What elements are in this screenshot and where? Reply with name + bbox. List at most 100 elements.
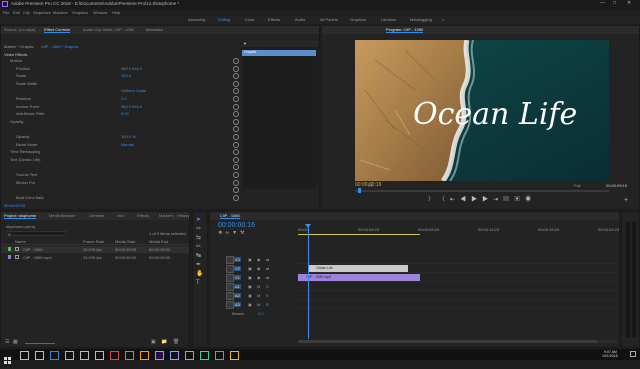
audition-icon[interactable] xyxy=(200,351,209,360)
reset-icon[interactable] xyxy=(233,80,239,87)
tab-program[interactable]: Program: CliP - 1080 xyxy=(386,26,424,33)
reset-icon[interactable] xyxy=(233,88,239,95)
reset-icon[interactable] xyxy=(233,134,239,140)
workspace-libraries[interactable]: Libraries xyxy=(381,17,396,22)
lift-icon[interactable]: ▤ xyxy=(503,197,514,203)
step-forward-icon[interactable]: ▶ xyxy=(482,197,493,203)
reset-icon[interactable] xyxy=(233,187,239,194)
play-icon[interactable]: ▶ xyxy=(471,197,482,203)
project-item-row[interactable]: CliP - 1080.mp4 23.976 fps 00:00:00:00 00:0… xyxy=(1,254,189,261)
effect-property-row[interactable]: Time Remapping xyxy=(1,149,241,156)
effect-property-row[interactable]: Text (Ocean Life) xyxy=(1,156,241,163)
track-lane[interactable] xyxy=(298,292,618,300)
reset-icon[interactable] xyxy=(233,65,239,72)
effect-property-row[interactable] xyxy=(1,164,241,171)
lock-icon[interactable]: ▣ xyxy=(248,266,252,271)
effect-property-row[interactable]: Blend Mode Normal xyxy=(1,141,241,148)
marker-icon[interactable]: ▼ xyxy=(232,230,240,236)
reset-icon[interactable] xyxy=(233,73,239,80)
property-value[interactable]: 100.0 xyxy=(121,73,131,78)
timeline-ruler[interactable]: 00:00 00:00:04:23 00:00:09:23 00:00:14:23 00… xyxy=(298,224,619,234)
search-icon[interactable] xyxy=(20,351,29,360)
mark-out-icon[interactable]: 〈 xyxy=(439,197,450,203)
reset-icon[interactable] xyxy=(233,96,239,102)
menu-markers[interactable]: Markers xyxy=(53,10,67,15)
tab-timeline-sequence[interactable]: CliP - 1080 xyxy=(220,212,240,219)
track-label[interactable]: V3 xyxy=(234,257,241,262)
mail-icon[interactable] xyxy=(95,351,104,360)
razor-tool-icon[interactable]: ✂ xyxy=(196,244,201,250)
sync-icon[interactable]: ⇄ xyxy=(266,257,269,262)
ripple-edit-icon[interactable]: ⇆ xyxy=(196,235,201,241)
bridge-icon[interactable] xyxy=(230,351,239,360)
track-lane[interactable] xyxy=(298,256,618,264)
reset-icon[interactable] xyxy=(233,194,239,201)
selection-tool-icon[interactable]: ➤ xyxy=(196,217,201,223)
lightroom-icon[interactable] xyxy=(215,351,224,360)
icon-view-icon[interactable]: ▦ xyxy=(13,340,18,345)
track-label[interactable]: A1 xyxy=(234,284,241,289)
eye-icon[interactable]: ◉ xyxy=(257,275,261,280)
add-button-icon[interactable]: + xyxy=(624,197,628,204)
premiere-icon[interactable] xyxy=(155,351,164,360)
property-value[interactable]: Normal xyxy=(121,142,134,147)
timeline-clip[interactable]: Ocean Life xyxy=(308,265,408,272)
effect-property-row[interactable]: Anti-flicker Filter 0.00 xyxy=(1,111,241,118)
zoom-slider[interactable] xyxy=(25,343,55,344)
tab-markers[interactable]: Markers xyxy=(159,212,173,219)
menu-help[interactable]: Help xyxy=(112,10,120,15)
track-target-toggle[interactable] xyxy=(226,256,234,264)
sequence-clip-label[interactable]: CliP - 1080 * Graphic xyxy=(41,44,79,49)
track-target-toggle[interactable] xyxy=(226,265,234,273)
menu-window[interactable]: Window xyxy=(93,10,107,15)
timeline-scroll-thumb[interactable] xyxy=(298,340,598,343)
store-icon[interactable] xyxy=(80,351,89,360)
tab-media-browser[interactable]: Media Browser xyxy=(49,212,76,219)
workspace-metalogging[interactable]: Metalogging xyxy=(410,17,432,22)
property-value[interactable]: Uniform Scale xyxy=(121,88,146,93)
reset-icon[interactable] xyxy=(233,58,239,64)
workspace-all-panels[interactable]: All Panels xyxy=(320,17,338,22)
playhead[interactable] xyxy=(308,224,309,339)
project-search-input[interactable]: ⚲ xyxy=(6,231,66,237)
photoshop-icon[interactable] xyxy=(125,351,134,360)
maximize-button[interactable]: □ xyxy=(613,1,616,6)
notification-icon[interactable] xyxy=(630,351,636,357)
eye-icon[interactable]: ◉ xyxy=(257,257,261,262)
effect-property-row[interactable] xyxy=(1,126,241,133)
reset-icon[interactable] xyxy=(233,111,239,118)
after-effects-icon[interactable] xyxy=(170,351,179,360)
column-media-end[interactable]: Media End xyxy=(149,239,168,244)
sync-icon[interactable]: ⇄ xyxy=(266,266,269,271)
tab-source[interactable]: Source: (no clips) xyxy=(4,26,35,33)
effect-property-row[interactable]: Position 960.0 540.0 xyxy=(1,65,241,72)
menu-edit[interactable]: Edit xyxy=(13,10,20,15)
reset-icon[interactable] xyxy=(233,103,239,110)
illustrator-icon[interactable] xyxy=(140,351,149,360)
solo-icon[interactable]: S xyxy=(266,284,269,289)
list-view-icon[interactable]: ☰ xyxy=(5,340,9,345)
property-value[interactable]: 960.0 540.0 xyxy=(121,66,142,71)
explorer-icon[interactable] xyxy=(65,351,74,360)
trash-icon[interactable]: 🗑 xyxy=(173,340,179,345)
eye-icon[interactable]: ◉ xyxy=(257,266,261,271)
track-label[interactable]: A2 xyxy=(234,293,241,298)
tab-libraries[interactable]: Libraries xyxy=(89,212,104,219)
go-to-in-icon[interactable]: ⇤ xyxy=(450,197,460,203)
master-clip-label[interactable]: Master * Graphic xyxy=(4,44,34,49)
reset-icon[interactable] xyxy=(233,172,239,178)
workspace-effects[interactable]: Effects xyxy=(268,17,280,22)
effect-property-row[interactable]: Bold Cond Italic xyxy=(1,194,241,201)
effect-property-row[interactable]: Opacity 100.0 % xyxy=(1,134,241,140)
menu-file[interactable]: File xyxy=(3,10,9,15)
effect-property-row[interactable]: Uniform Scale xyxy=(1,88,241,95)
column-frame-rate[interactable]: Frame Rate xyxy=(83,239,104,244)
workspace-more-icon[interactable]: » xyxy=(442,17,444,22)
tab-effects[interactable]: Effects xyxy=(137,212,149,219)
media-encoder-icon[interactable] xyxy=(185,351,194,360)
track-label[interactable]: A3 xyxy=(234,302,241,307)
tab-history[interactable]: History xyxy=(177,212,189,219)
effect-property-row[interactable]: Anchor Point 960.0 540.0 xyxy=(1,103,241,110)
track-target-toggle[interactable] xyxy=(226,292,234,300)
slip-tool-icon[interactable]: ↹ xyxy=(196,253,201,259)
